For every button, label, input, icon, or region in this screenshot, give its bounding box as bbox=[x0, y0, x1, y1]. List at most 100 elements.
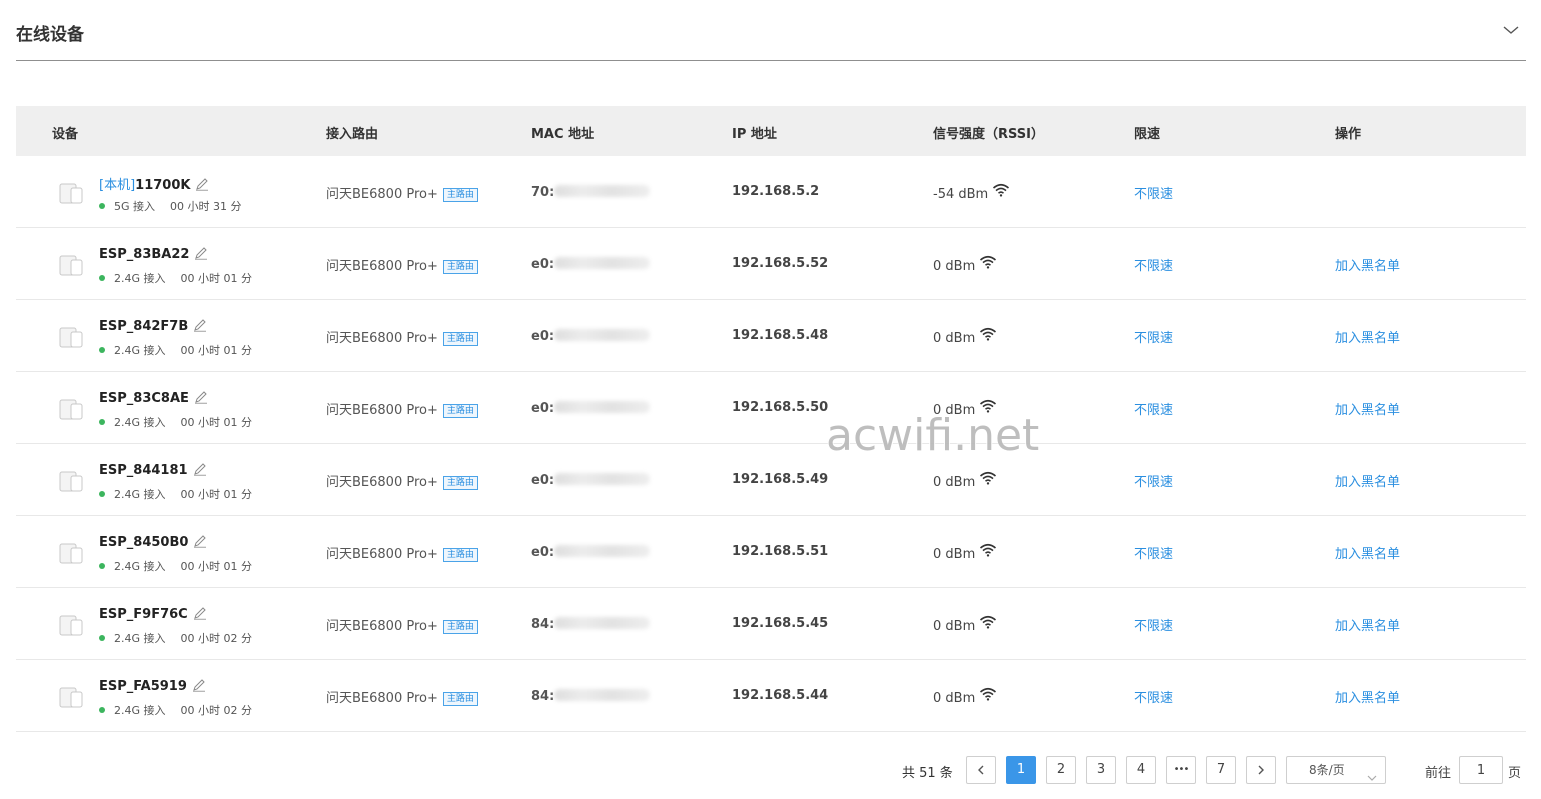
wifi-signal-icon bbox=[979, 543, 997, 557]
page-size-select[interactable]: 8条/页 bbox=[1286, 756, 1386, 784]
wifi-signal-icon bbox=[992, 183, 1010, 197]
mac-address: 70: bbox=[531, 185, 555, 200]
signal-strength: -54 dBm bbox=[933, 187, 989, 202]
column-ip: IP 地址 bbox=[732, 127, 777, 142]
chevron-down-icon bbox=[1367, 765, 1377, 791]
local-device-tag: [本机] bbox=[99, 178, 136, 193]
speed-limit-link[interactable]: 不限速 bbox=[1134, 471, 1173, 490]
device-icon bbox=[59, 251, 85, 277]
edit-pencil-icon[interactable] bbox=[194, 390, 208, 404]
speed-limit-link[interactable]: 不限速 bbox=[1134, 183, 1173, 202]
speed-limit-link[interactable]: 不限速 bbox=[1134, 687, 1173, 706]
device-icon bbox=[59, 467, 85, 493]
speed-limit-link[interactable]: 不限速 bbox=[1134, 615, 1173, 634]
add-to-blacklist-link[interactable]: 加入黑名单 bbox=[1335, 255, 1400, 274]
online-status-dot bbox=[99, 275, 105, 281]
chevron-right-icon bbox=[1258, 765, 1264, 775]
edit-pencil-icon[interactable] bbox=[195, 177, 209, 191]
page-button-4[interactable]: 4 bbox=[1126, 756, 1156, 784]
table-row: ESP_842F7B 2.4G 接入 00 小时 01 分 问天BE6800 Pr… bbox=[16, 300, 1526, 372]
mac-address: e0: bbox=[531, 257, 555, 272]
add-to-blacklist-link[interactable]: 加入黑名单 bbox=[1335, 543, 1400, 562]
chevron-left-icon bbox=[978, 765, 984, 775]
ip-address: 192.168.5.2 bbox=[732, 184, 820, 199]
signal-strength: 0 dBm bbox=[933, 691, 976, 706]
mac-address: 84: bbox=[531, 689, 555, 704]
online-status-dot bbox=[99, 563, 105, 569]
mac-address-redacted bbox=[554, 473, 651, 485]
edit-pencil-icon[interactable] bbox=[193, 318, 207, 332]
table-header: 设备 接入路由 MAC 地址 IP 地址 信号强度（RSSI） 限速 操作 bbox=[16, 106, 1526, 156]
speed-limit-link[interactable]: 不限速 bbox=[1134, 327, 1173, 346]
add-to-blacklist-link[interactable]: 加入黑名单 bbox=[1335, 327, 1400, 346]
connection-band: 2.4G 接入 bbox=[114, 704, 166, 717]
edit-pencil-icon[interactable] bbox=[192, 678, 206, 692]
router-badge: 主路由 bbox=[442, 260, 478, 274]
online-duration: 00 小时 02 分 bbox=[180, 632, 252, 645]
goto-unit: 页 bbox=[1508, 766, 1522, 781]
router-name: 问天BE6800 Pro+ bbox=[326, 187, 438, 202]
ip-address: 192.168.5.52 bbox=[732, 256, 829, 271]
table-row: ESP_FA5919 2.4G 接入 00 小时 02 分 问天BE6800 Pr… bbox=[16, 660, 1526, 732]
page-ellipsis-button[interactable]: ••• bbox=[1166, 756, 1196, 784]
speed-limit-link[interactable]: 不限速 bbox=[1134, 399, 1173, 418]
edit-pencil-icon[interactable] bbox=[193, 462, 207, 476]
page-button-2[interactable]: 2 bbox=[1046, 756, 1076, 784]
add-to-blacklist-link[interactable]: 加入黑名单 bbox=[1335, 687, 1400, 706]
connection-band: 2.4G 接入 bbox=[114, 488, 166, 501]
wifi-signal-icon bbox=[979, 615, 997, 629]
section-title: 在线设备 bbox=[16, 25, 84, 45]
router-name: 问天BE6800 Pro+ bbox=[326, 547, 438, 562]
wifi-signal-icon bbox=[979, 255, 997, 269]
mac-address-redacted bbox=[554, 689, 651, 701]
router-badge: 主路由 bbox=[442, 332, 478, 346]
online-status-dot bbox=[99, 635, 105, 641]
column-mac: MAC 地址 bbox=[531, 127, 595, 142]
column-action: 操作 bbox=[1335, 127, 1362, 142]
column-rssi: 信号强度（RSSI） bbox=[933, 127, 1044, 142]
table-row: ESP_83BA22 2.4G 接入 00 小时 01 分 问天BE6800 Pr… bbox=[16, 228, 1526, 300]
prev-page-button[interactable] bbox=[966, 756, 996, 784]
mac-address-redacted bbox=[554, 329, 651, 341]
device-name: ESP_F9F76C bbox=[99, 607, 188, 622]
device-name: ESP_83C8AE bbox=[99, 391, 189, 406]
edit-pencil-icon[interactable] bbox=[193, 534, 207, 548]
table-row: ESP_83C8AE 2.4G 接入 00 小时 01 分 问天BE6800 Pr… bbox=[16, 372, 1526, 444]
table-row: ESP_844181 2.4G 接入 00 小时 01 分 问天BE6800 Pr… bbox=[16, 444, 1526, 516]
device-name: ESP_842F7B bbox=[99, 319, 189, 334]
goto-page-input[interactable] bbox=[1459, 756, 1503, 784]
add-to-blacklist-link[interactable]: 加入黑名单 bbox=[1335, 399, 1400, 418]
page-button-1[interactable]: 1 bbox=[1006, 756, 1036, 784]
next-page-button[interactable] bbox=[1246, 756, 1276, 784]
mac-address-redacted bbox=[554, 545, 651, 557]
router-name: 问天BE6800 Pro+ bbox=[326, 475, 438, 490]
table-row: ESP_8450B0 2.4G 接入 00 小时 01 分 问天BE6800 Pr… bbox=[16, 516, 1526, 588]
chevron-down-icon[interactable] bbox=[1502, 22, 1520, 38]
signal-strength: 0 dBm bbox=[933, 331, 976, 346]
mac-address-redacted bbox=[554, 401, 651, 413]
online-duration: 00 小时 01 分 bbox=[180, 560, 252, 573]
page-button-7[interactable]: 7 bbox=[1206, 756, 1236, 784]
devices-table: 设备 接入路由 MAC 地址 IP 地址 信号强度（RSSI） 限速 操作 [本… bbox=[16, 106, 1526, 732]
mac-address-redacted bbox=[554, 185, 651, 197]
router-name: 问天BE6800 Pro+ bbox=[326, 619, 438, 634]
mac-address-redacted bbox=[554, 257, 651, 269]
edit-pencil-icon[interactable] bbox=[193, 606, 207, 620]
online-status-dot bbox=[99, 491, 105, 497]
wifi-signal-icon bbox=[979, 471, 997, 485]
edit-pencil-icon[interactable] bbox=[194, 246, 208, 260]
router-name: 问天BE6800 Pro+ bbox=[326, 331, 438, 346]
connection-band: 2.4G 接入 bbox=[114, 344, 166, 357]
ip-address: 192.168.5.48 bbox=[732, 328, 829, 343]
column-router: 接入路由 bbox=[326, 127, 379, 142]
page-button-3[interactable]: 3 bbox=[1086, 756, 1116, 784]
add-to-blacklist-link[interactable]: 加入黑名单 bbox=[1335, 471, 1400, 490]
add-to-blacklist-link[interactable]: 加入黑名单 bbox=[1335, 615, 1400, 634]
online-status-dot bbox=[99, 419, 105, 425]
mac-address: e0: bbox=[531, 545, 555, 560]
router-name: 问天BE6800 Pro+ bbox=[326, 259, 438, 274]
ip-address: 192.168.5.45 bbox=[732, 616, 829, 631]
speed-limit-link[interactable]: 不限速 bbox=[1134, 543, 1173, 562]
speed-limit-link[interactable]: 不限速 bbox=[1134, 255, 1173, 274]
device-icon bbox=[59, 395, 85, 421]
